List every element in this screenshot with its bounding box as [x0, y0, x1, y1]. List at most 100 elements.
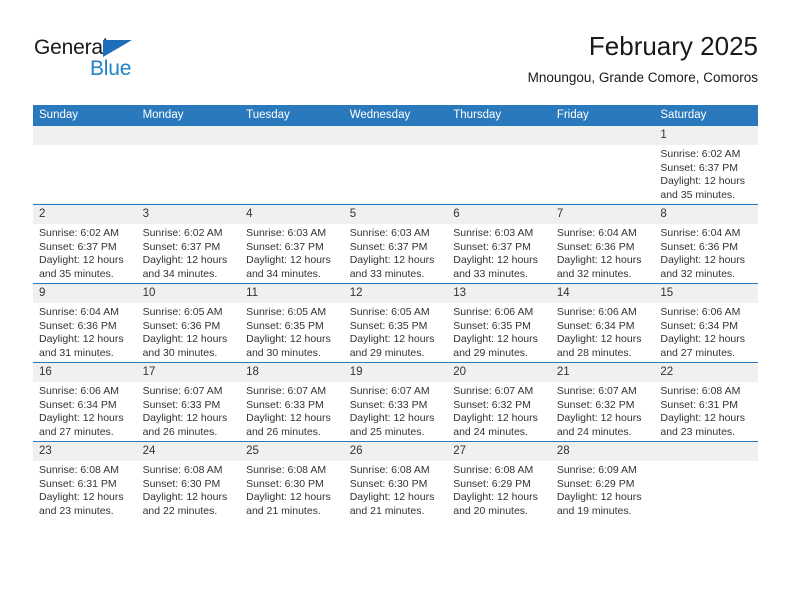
day-number: 20: [447, 363, 551, 382]
daylight-duration-line1: Daylight: 12 hours: [660, 175, 746, 188]
calendar-day-cell[interactable]: 2 Sunrise: 6:02 AM Sunset: 6:37 PM Daylight…: [33, 204, 137, 284]
weekday-header: Sunday Monday Tuesday Wednesday Thursday Frid…: [33, 105, 758, 126]
day-number: 27: [447, 442, 551, 461]
day-details: Sunrise: 6:08 AM Sunset: 6:30 PM Daylight:…: [344, 461, 448, 518]
daylight-duration-line1: Daylight: 12 hours: [349, 491, 435, 504]
calendar-day-cell[interactable]: 5 Sunrise: 6:03 AM Sunset: 6:37 PM Daylight…: [343, 204, 448, 284]
calendar-day-cell[interactable]: 12 Sunrise: 6:05 AM Sunset: 6:35 PM Dayligh…: [343, 283, 448, 363]
day-details: Sunrise: 6:02 AM Sunset: 6:37 PM Daylight:…: [654, 145, 758, 202]
day-number: [33, 126, 137, 145]
calendar-day-cell[interactable]: 7 Sunrise: 6:04 AM Sunset: 6:36 PM Daylight…: [550, 204, 655, 284]
sunset-time: Sunset: 6:29 PM: [556, 477, 635, 490]
calendar-day-cell[interactable]: 23 Sunrise: 6:08 AM Sunset: 6:31 PM Dayligh…: [33, 441, 137, 520]
sunrise-time: Sunrise: 6:08 AM: [246, 464, 327, 476]
calendar-day-cell[interactable]: 6 Sunrise: 6:03 AM Sunset: 6:37 PM Daylight…: [447, 204, 551, 284]
sunrise-time: Sunrise: 6:07 AM: [246, 385, 327, 397]
day-number: 10: [136, 284, 241, 303]
day-details: Sunrise: 6:07 AM Sunset: 6:32 PM Daylight:…: [447, 382, 551, 439]
calendar-day-cell[interactable]: 27 Sunrise: 6:08 AM Sunset: 6:29 PM Dayligh…: [447, 441, 551, 520]
day-details: Sunrise: 6:06 AM Sunset: 6:34 PM Daylight:…: [551, 303, 655, 360]
calendar-day-cell[interactable]: 24 Sunrise: 6:08 AM Sunset: 6:30 PM Dayligh…: [136, 441, 241, 520]
day-details: Sunrise: 6:03 AM Sunset: 6:37 PM Daylight:…: [240, 224, 344, 281]
calendar-day-cell[interactable]: 18 Sunrise: 6:07 AM Sunset: 6:33 PM Dayligh…: [240, 362, 344, 442]
day-details: Sunrise: 6:04 AM Sunset: 6:36 PM Daylight:…: [33, 303, 137, 360]
daylight-duration-line1: Daylight: 12 hours: [39, 412, 124, 425]
daylight-duration-line2: and 24 minutes.: [453, 425, 528, 438]
weekday-header-thursday: Thursday: [447, 105, 551, 126]
calendar-day-cell[interactable]: 9 Sunrise: 6:04 AM Sunset: 6:36 PM Daylight…: [33, 283, 137, 363]
day-details: Sunrise: 6:03 AM Sunset: 6:37 PM Daylight:…: [344, 224, 448, 281]
calendar-day-cell[interactable]: 8 Sunrise: 6:04 AM Sunset: 6:36 PM Daylight…: [654, 204, 758, 284]
calendar-day-cell[interactable]: 17 Sunrise: 6:07 AM Sunset: 6:33 PM Dayligh…: [136, 362, 241, 442]
calendar-day-cell-empty: [343, 126, 448, 205]
calendar-day-cell[interactable]: 16 Sunrise: 6:06 AM Sunset: 6:34 PM Dayligh…: [33, 362, 137, 442]
page-title: February 2025: [588, 31, 758, 61]
sunrise-time: Sunrise: 6:03 AM: [246, 227, 327, 239]
daylight-duration-line1: Daylight: 12 hours: [660, 333, 746, 346]
calendar-day-cell[interactable]: 3 Sunrise: 6:02 AM Sunset: 6:37 PM Daylight…: [136, 204, 241, 284]
calendar-day-cell[interactable]: 22 Sunrise: 6:08 AM Sunset: 6:31 PM Dayligh…: [654, 362, 758, 442]
day-details: Sunrise: 6:06 AM Sunset: 6:34 PM Daylight:…: [654, 303, 758, 360]
calendar-day-cell[interactable]: 19 Sunrise: 6:07 AM Sunset: 6:33 PM Dayligh…: [343, 362, 448, 442]
sunrise-time: Sunrise: 6:04 AM: [556, 227, 637, 239]
sunset-time: Sunset: 6:35 PM: [349, 319, 428, 332]
page-subtitle: Mnoungou, Grande Comore, Comoros: [527, 70, 758, 85]
day-details: Sunrise: 6:08 AM Sunset: 6:30 PM Daylight:…: [240, 461, 344, 518]
day-details: Sunrise: 6:08 AM Sunset: 6:29 PM Daylight:…: [447, 461, 551, 518]
calendar-day-cell[interactable]: 25 Sunrise: 6:08 AM Sunset: 6:30 PM Dayligh…: [240, 441, 344, 520]
calendar-day-cell[interactable]: 13 Sunrise: 6:06 AM Sunset: 6:35 PM Dayligh…: [447, 283, 551, 363]
sunset-time: Sunset: 6:37 PM: [453, 240, 531, 253]
weekday-header-saturday: Saturday: [654, 105, 758, 126]
daylight-duration-line2: and 23 minutes.: [39, 504, 114, 517]
sunset-time: Sunset: 6:30 PM: [349, 477, 428, 490]
day-details: Sunrise: 6:04 AM Sunset: 6:36 PM Daylight:…: [654, 224, 758, 281]
daylight-duration-line2: and 21 minutes.: [246, 504, 321, 517]
day-number: [240, 126, 344, 145]
day-number: 1: [654, 126, 758, 145]
sunset-time: Sunset: 6:37 PM: [39, 240, 117, 253]
calendar-day-cell[interactable]: 14 Sunrise: 6:06 AM Sunset: 6:34 PM Dayligh…: [550, 283, 655, 363]
sunset-time: Sunset: 6:34 PM: [556, 319, 635, 332]
day-number: 9: [33, 284, 137, 303]
calendar-day-cell[interactable]: 11 Sunrise: 6:05 AM Sunset: 6:35 PM Dayligh…: [240, 283, 344, 363]
sunrise-time: Sunrise: 6:09 AM: [556, 464, 637, 476]
day-number: 13: [447, 284, 551, 303]
daylight-duration-line1: Daylight: 12 hours: [660, 254, 746, 267]
calendar-day-cell-empty: [240, 126, 344, 205]
daylight-duration-line1: Daylight: 12 hours: [349, 254, 435, 267]
sunset-time: Sunset: 6:37 PM: [349, 240, 428, 253]
sunset-time: Sunset: 6:29 PM: [453, 477, 531, 490]
day-number: 24: [136, 442, 241, 461]
calendar-day-cell[interactable]: 15 Sunrise: 6:06 AM Sunset: 6:34 PM Dayligh…: [654, 283, 758, 363]
general-blue-logo[interactable]: General Blue: [34, 36, 214, 82]
calendar-body: 1 Sunrise: 6:02 AM Sunset: 6:37 PM Daylight…: [33, 126, 758, 520]
calendar-day-cell-empty: [447, 126, 551, 205]
calendar-day-cell[interactable]: 21 Sunrise: 6:07 AM Sunset: 6:32 PM Dayligh…: [550, 362, 655, 442]
calendar-day-cell[interactable]: 28 Sunrise: 6:09 AM Sunset: 6:29 PM Dayligh…: [550, 441, 655, 520]
daylight-duration-line1: Daylight: 12 hours: [39, 333, 124, 346]
calendar-week-row: 2 Sunrise: 6:02 AM Sunset: 6:37 PM Daylight…: [33, 204, 758, 284]
sunrise-time: Sunrise: 6:08 AM: [349, 464, 430, 476]
daylight-duration-line1: Daylight: 12 hours: [453, 412, 538, 425]
daylight-duration-line1: Daylight: 12 hours: [246, 412, 331, 425]
day-number: [447, 126, 551, 145]
calendar-page: General Blue February 2025 Mnoungou, Gra…: [0, 0, 792, 612]
calendar-day-cell[interactable]: 1 Sunrise: 6:02 AM Sunset: 6:37 PM Daylight…: [654, 126, 758, 205]
sunrise-time: Sunrise: 6:02 AM: [142, 227, 223, 239]
calendar-day-cell[interactable]: 4 Sunrise: 6:03 AM Sunset: 6:37 PM Daylight…: [240, 204, 344, 284]
day-details: Sunrise: 6:06 AM Sunset: 6:35 PM Daylight:…: [447, 303, 551, 360]
day-number: 5: [343, 205, 448, 224]
day-number: [654, 442, 758, 461]
calendar-day-cell[interactable]: 20 Sunrise: 6:07 AM Sunset: 6:32 PM Dayligh…: [447, 362, 551, 442]
calendar-day-cell-empty: [550, 126, 655, 205]
sunset-time: Sunset: 6:33 PM: [349, 398, 428, 411]
sunset-time: Sunset: 6:31 PM: [39, 477, 117, 490]
sunrise-time: Sunrise: 6:07 AM: [349, 385, 430, 397]
calendar-day-cell[interactable]: 26 Sunrise: 6:08 AM Sunset: 6:30 PM Dayligh…: [343, 441, 448, 520]
daylight-duration-line1: Daylight: 12 hours: [556, 412, 642, 425]
calendar-week-row: 16 Sunrise: 6:06 AM Sunset: 6:34 PM Dayligh…: [33, 362, 758, 442]
weekday-header-wednesday: Wednesday: [343, 105, 448, 126]
sunrise-sunset-calendar: Sunday Monday Tuesday Wednesday Thursday Frid…: [33, 105, 758, 520]
day-details: Sunrise: 6:07 AM Sunset: 6:33 PM Daylight:…: [240, 382, 344, 439]
calendar-day-cell[interactable]: 10 Sunrise: 6:05 AM Sunset: 6:36 PM Dayligh…: [136, 283, 241, 363]
